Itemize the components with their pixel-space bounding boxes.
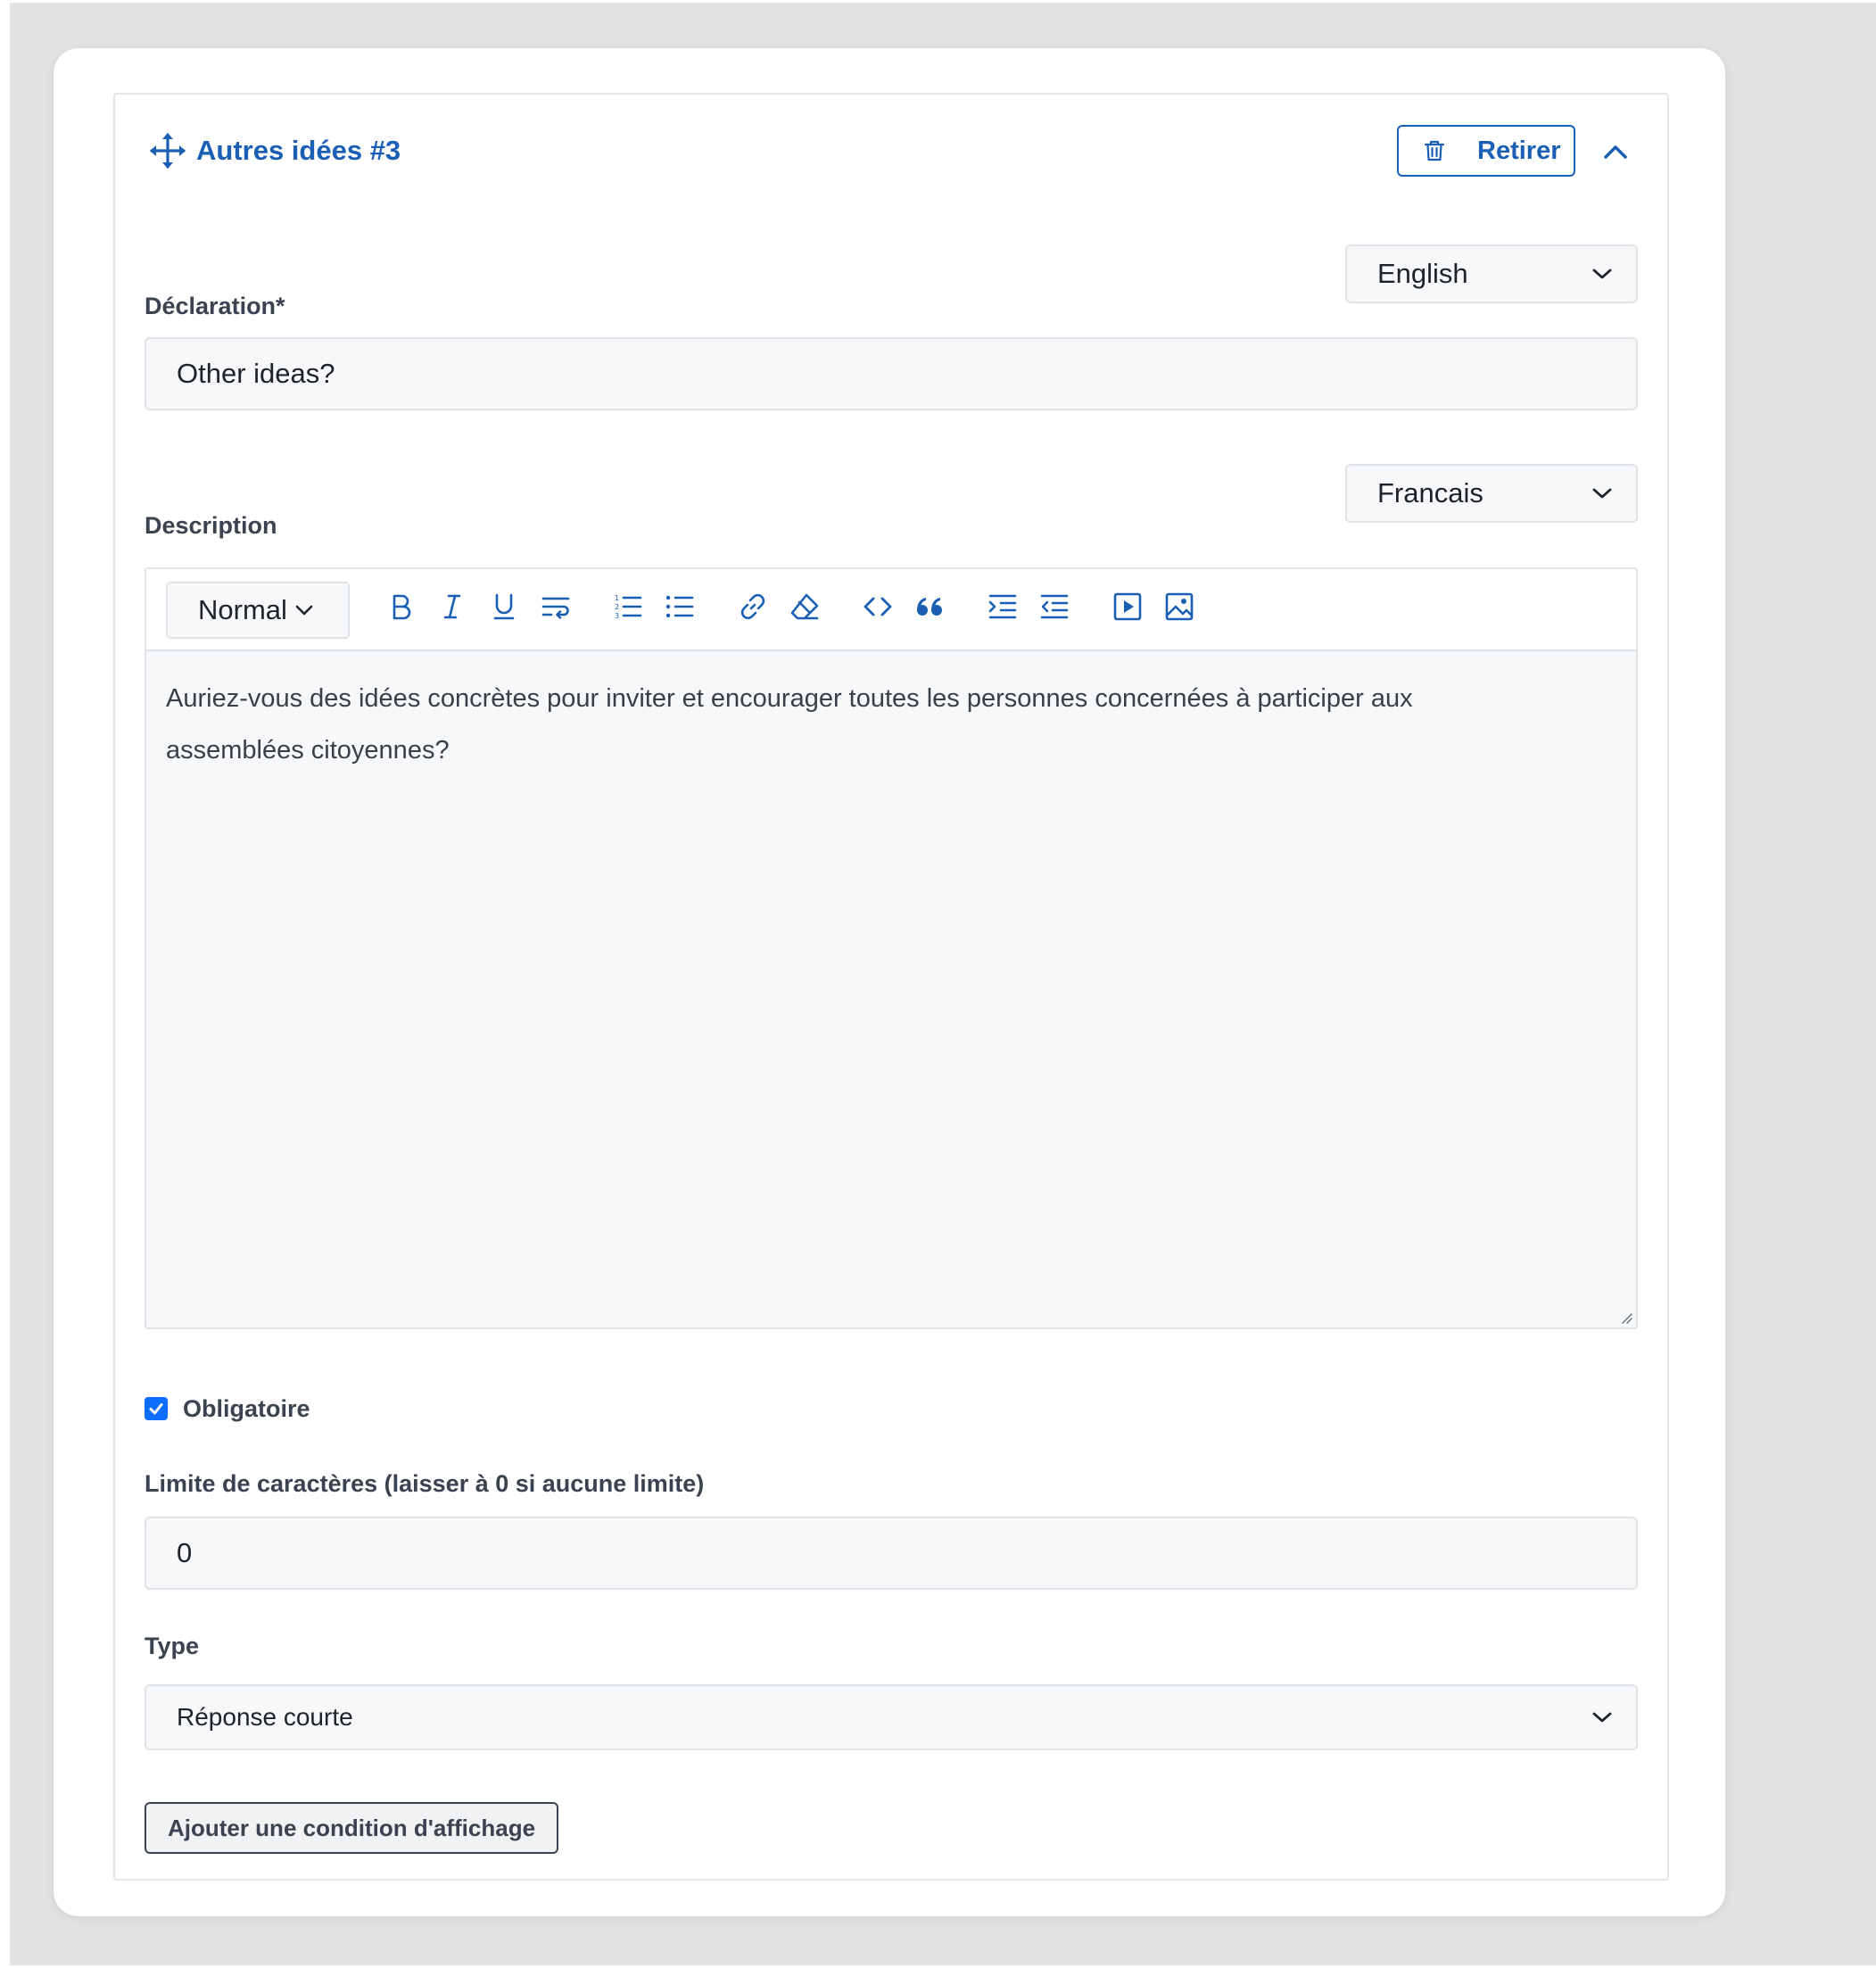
blockquote-button[interactable] — [912, 589, 947, 624]
char-limit-label: Limite de caractères (laisser à 0 si auc… — [145, 1470, 705, 1497]
chevron-up-icon — [1604, 145, 1627, 159]
image-button[interactable] — [1161, 589, 1197, 624]
heading-format-select[interactable]: Normal — [166, 582, 350, 639]
question-title: Autres idées #3 — [196, 135, 401, 166]
statement-language-value: English — [1377, 258, 1468, 289]
indent-icon — [988, 594, 1017, 619]
statement-language-select[interactable]: English — [1345, 244, 1638, 303]
underline-icon — [493, 593, 515, 620]
video-button[interactable] — [1110, 589, 1145, 624]
code-button[interactable] — [860, 589, 896, 624]
rich-text-editor: Normal 123 Auriez-vous des idées concrèt… — [145, 567, 1638, 1329]
outdent-icon — [1040, 594, 1069, 619]
checkmark-icon — [149, 1403, 163, 1415]
resize-handle-icon[interactable] — [1618, 1310, 1632, 1324]
clear-format-button[interactable] — [787, 589, 822, 624]
italic-icon — [443, 594, 461, 619]
code-icon — [864, 597, 892, 616]
type-label: Type — [145, 1633, 200, 1659]
link-button[interactable] — [735, 589, 771, 624]
trash-icon — [1424, 140, 1445, 161]
statement-label: Déclaration* — [145, 293, 285, 319]
editor-toolbar: Normal 123 — [146, 569, 1636, 651]
chevron-down-icon — [1592, 488, 1612, 499]
svg-text:3: 3 — [615, 612, 619, 620]
question-header: Autres idées #3 — [148, 130, 401, 171]
bullet-list-icon — [665, 595, 694, 618]
description-language-select[interactable]: Francais — [1345, 464, 1638, 523]
type-select-value: Réponse courte — [177, 1703, 353, 1731]
chevron-down-icon — [1592, 269, 1612, 279]
image-icon — [1165, 592, 1194, 621]
statement-value: Other ideas? — [177, 358, 335, 389]
strikethrough-wrap-icon — [541, 597, 570, 619]
clear-format-icon — [790, 593, 819, 620]
ordered-list-button[interactable]: 123 — [610, 589, 646, 624]
collapse-button[interactable] — [1596, 132, 1635, 171]
heading-format-value: Normal — [198, 594, 287, 625]
question-panel: Autres idées #3 Retirer English Déclarat… — [113, 93, 1669, 1881]
bold-icon — [393, 594, 411, 620]
remove-button[interactable]: Retirer — [1397, 125, 1575, 177]
required-checkbox[interactable] — [145, 1397, 168, 1420]
video-icon — [1113, 592, 1142, 621]
chevron-down-icon — [295, 605, 313, 616]
char-limit-value: 0 — [177, 1537, 193, 1568]
description-language-value: Francais — [1377, 477, 1483, 509]
form-card: Autres idées #3 Retirer English Déclarat… — [54, 48, 1725, 1916]
bold-button[interactable] — [383, 589, 418, 624]
remove-button-label: Retirer — [1477, 136, 1561, 165]
description-editor-content[interactable]: Auriez-vous des idées concrètes pour inv… — [166, 673, 1529, 776]
bullet-list-button[interactable] — [662, 589, 698, 624]
link-icon — [740, 593, 765, 620]
statement-input[interactable]: Other ideas? — [145, 337, 1638, 410]
char-limit-input[interactable]: 0 — [145, 1517, 1638, 1590]
text-wrap-button[interactable] — [538, 589, 574, 624]
description-label: Description — [145, 512, 277, 539]
add-display-condition-button[interactable]: Ajouter une condition d'affichage — [145, 1802, 558, 1854]
chevron-down-icon — [1592, 1712, 1612, 1723]
blockquote-icon — [917, 598, 942, 616]
italic-button[interactable] — [434, 589, 470, 624]
type-select[interactable]: Réponse courte — [145, 1684, 1638, 1750]
ordered-list-icon: 123 — [615, 594, 642, 620]
svg-text:1: 1 — [615, 594, 619, 602]
svg-text:2: 2 — [615, 603, 619, 611]
move-icon[interactable] — [148, 131, 187, 170]
indent-button[interactable] — [985, 589, 1021, 624]
outdent-button[interactable] — [1037, 589, 1072, 624]
underline-button[interactable] — [486, 589, 522, 624]
required-label: Obligatoire — [183, 1395, 310, 1422]
